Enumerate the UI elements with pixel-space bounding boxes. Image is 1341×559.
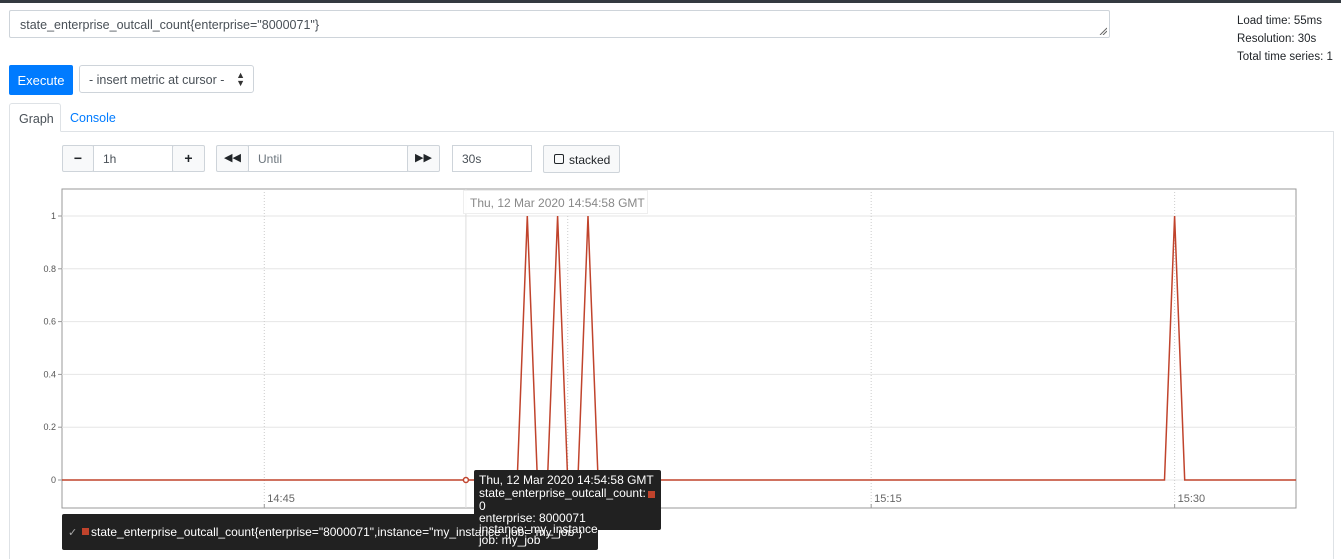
tooltip-metric: state_enterprise_outcall_count:0 — [479, 487, 656, 513]
x-tick-label: 14:45 — [267, 493, 295, 505]
y-tick-label: 0.4 — [43, 369, 56, 379]
y-tick-label: 0 — [51, 475, 56, 485]
plot-area — [61, 188, 1297, 509]
graph-chart[interactable]: 0 0.2 0.4 0.6 0.8 1 14:45 15:15 15:30 — [0, 0, 1341, 559]
y-tick-label: 0.2 — [43, 422, 56, 432]
legend-swatch — [82, 528, 89, 535]
x-tick-label: 15:15 — [874, 493, 902, 505]
check-icon: ✓ — [68, 527, 78, 539]
y-tick-label: 0.8 — [43, 264, 56, 274]
y-tick-label: 0.6 — [43, 317, 56, 327]
x-tick-label: 15:30 — [1178, 493, 1206, 505]
hover-point — [462, 476, 470, 484]
hover-timestamp: Thu, 12 Mar 2020 14:54:58 GMT — [463, 190, 648, 214]
tooltip-job: job: my_job — [479, 533, 541, 547]
tooltip-swatch — [647, 491, 655, 498]
hover-tooltip: Thu, 12 Mar 2020 14:54:58 GMT state_ente… — [474, 470, 661, 546]
y-tick-label: 1 — [51, 211, 56, 221]
tooltip-metric-name: state_enterprise_outcall_count: — [479, 486, 646, 500]
